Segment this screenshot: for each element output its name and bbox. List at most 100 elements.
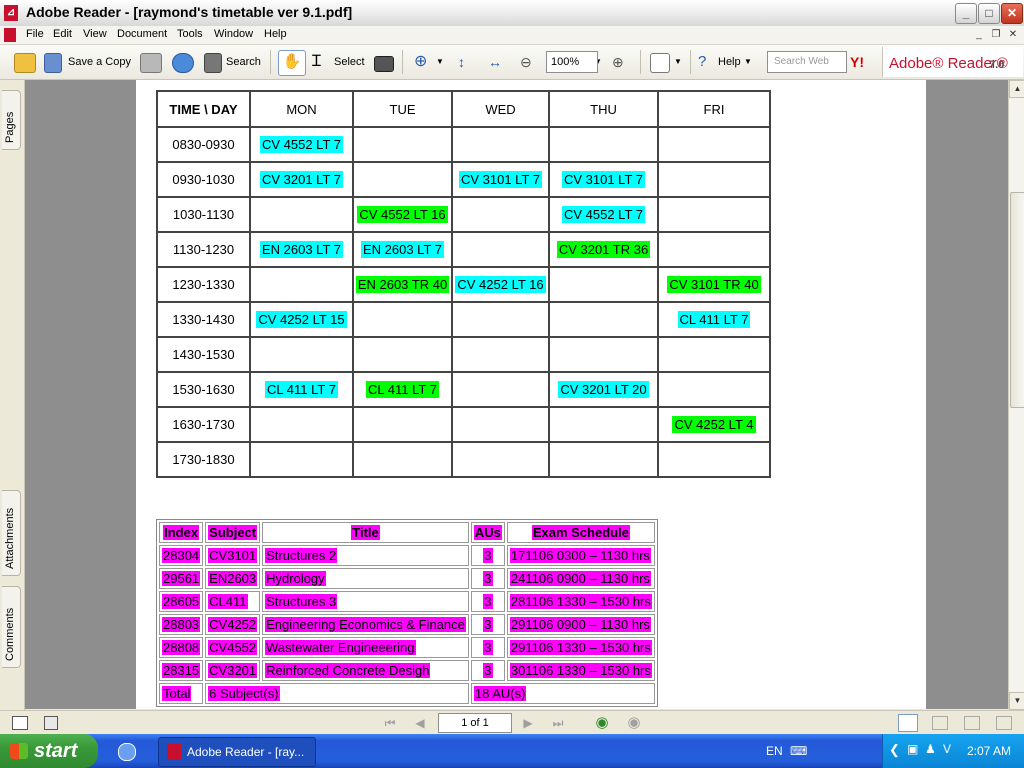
continuous-view-icon[interactable] <box>932 716 948 730</box>
search-web-field[interactable]: Search Web <box>767 51 847 73</box>
zoom-in-tool-icon[interactable]: ⊕ <box>414 51 427 73</box>
menu-edit[interactable]: Edit <box>53 28 72 40</box>
timetable-row: 0830-0930 CV 4552 LT 7 <box>156 126 771 163</box>
menu-help[interactable]: Help <box>264 28 287 40</box>
previous-page-icon[interactable]: ◀ <box>412 715 428 731</box>
text-cursor-icon[interactable]: Ɪ <box>312 51 321 73</box>
attachments-tab[interactable]: Attachments <box>2 490 21 576</box>
internet-explorer-icon[interactable] <box>118 743 136 761</box>
zoom-field[interactable]: 100% <box>546 51 598 73</box>
fit-page-icon[interactable]: ↕ <box>458 51 465 73</box>
timetable-cell: CV 3101 LT 7 <box>451 161 550 198</box>
help-icon[interactable]: ? <box>698 51 706 73</box>
doc-restore-button[interactable]: ❐ <box>989 28 1003 41</box>
timetable-row: 1330-1430 CV 4252 LT 15 CL 411 LT 7 <box>156 301 771 338</box>
open-folder-icon[interactable] <box>14 53 36 73</box>
exam-column-header-label: Title <box>351 525 380 540</box>
search-button[interactable]: Search <box>226 51 261 73</box>
fit-width-icon[interactable]: ↔ <box>488 51 502 73</box>
language-indicator[interactable]: EN <box>766 744 783 758</box>
menu-document[interactable]: Document <box>117 28 167 40</box>
window-title: Adobe Reader - [raymond's timetable ver … <box>26 4 353 20</box>
print-icon[interactable] <box>140 53 162 73</box>
help-button[interactable]: Help <box>718 51 741 73</box>
pages-tab[interactable]: Pages <box>2 90 21 150</box>
doc-minimize-button[interactable]: _ <box>972 28 986 41</box>
save-copy-icon[interactable] <box>44 53 62 73</box>
menu-window[interactable]: Window <box>214 28 253 40</box>
chevron-down-icon[interactable]: ▼ <box>744 51 752 73</box>
chevron-down-icon[interactable]: ▼ <box>674 51 682 73</box>
brand-version: 7.0 <box>989 59 1005 71</box>
class-entry: EN 2603 LT 7 <box>259 241 343 258</box>
single-page-view-icon[interactable] <box>898 714 918 732</box>
tray-expand-icon[interactable]: ❮ <box>889 742 900 758</box>
menu-view[interactable]: View <box>83 28 107 40</box>
timetable-cell <box>451 301 550 338</box>
time-slot: 0830-0930 <box>156 126 251 163</box>
timetable-cell <box>451 441 550 478</box>
previous-view-icon[interactable]: ◉ <box>594 715 610 731</box>
exam-cell: 29561 <box>159 568 204 589</box>
email-icon[interactable] <box>172 53 194 73</box>
timetable-cell <box>657 336 771 373</box>
timetable-cell: CV 4552 LT 7 <box>249 126 354 163</box>
minimize-button[interactable]: _ <box>955 3 977 24</box>
yahoo-logo-icon[interactable]: Y! <box>850 51 864 73</box>
exam-total-row: Total 6 Subject(s) 18 AU(s) <box>159 683 655 704</box>
messenger-icon[interactable]: ♟ <box>925 742 936 756</box>
next-page-icon[interactable]: ▶ <box>520 715 536 731</box>
timetable-cell <box>657 371 771 408</box>
start-button[interactable]: start <box>0 734 98 768</box>
class-entry: CV 3201 LT 20 <box>558 381 649 398</box>
page-layout-icon[interactable] <box>650 53 670 73</box>
doc-close-button[interactable]: ✕ <box>1006 28 1020 41</box>
first-page-icon[interactable]: ⏮ <box>382 715 398 731</box>
hand-tool-icon[interactable]: ✋ <box>278 50 306 76</box>
timetable-cell <box>548 126 659 163</box>
vertical-scrollbar[interactable]: ▲ ▼ <box>1008 80 1024 710</box>
scroll-down-arrow-icon[interactable]: ▼ <box>1009 692 1024 710</box>
last-page-icon[interactable]: ⏭ <box>550 715 566 731</box>
taskbar-adobe-reader[interactable]: Adobe Reader - [ray... <box>158 737 316 767</box>
clock[interactable]: 2:07 AM <box>967 744 1011 758</box>
chevron-down-icon[interactable]: ▼ <box>436 51 444 73</box>
keyboard-icon[interactable]: ⌨ <box>790 744 807 758</box>
exam-cell: Reinforced Concrete Desigh <box>262 660 469 681</box>
zoom-out-icon[interactable]: ⊖ <box>520 51 532 73</box>
snapshot-camera-icon[interactable] <box>374 56 394 72</box>
zoom-in-icon[interactable]: ⊕ <box>612 51 624 73</box>
scrollbar-thumb[interactable] <box>1010 192 1024 408</box>
continuous-facing-view-icon[interactable] <box>996 716 1012 730</box>
menu-tools[interactable]: Tools <box>177 28 203 40</box>
menu-file[interactable]: File <box>26 28 44 40</box>
exam-row: 28315 CV3201 Reinforced Concrete Desigh 3 30… <box>159 660 655 681</box>
exam-cell: 241106 0900 – 1130 hrs <box>506 568 655 589</box>
scroll-up-arrow-icon[interactable]: ▲ <box>1009 80 1024 98</box>
exam-total-value: 6 Subject(s) <box>208 686 280 701</box>
class-entry: CV 4252 LT 16 <box>455 276 546 293</box>
page-number-field[interactable]: 1 of 1 <box>438 713 512 733</box>
network-icon[interactable]: ▣ <box>907 742 918 756</box>
close-button[interactable]: ✕ <box>1001 3 1023 24</box>
comments-tab[interactable]: Comments <box>2 586 21 668</box>
select-button[interactable]: Select <box>334 51 365 73</box>
binoculars-icon[interactable] <box>204 53 222 73</box>
timetable-cell <box>451 196 550 233</box>
exam-cell-value: Structures 3 <box>265 594 338 609</box>
class-entry: CL 411 LT 7 <box>265 381 338 398</box>
timetable-cell <box>657 441 771 478</box>
save-copy-button[interactable]: Save a Copy <box>68 51 131 73</box>
volume-icon[interactable]: V <box>943 742 951 756</box>
panel-toggle-icon[interactable] <box>12 716 28 730</box>
exam-cell: 28315 <box>159 660 204 681</box>
exam-row: 28803 CV4252 Engineering Economics & Finan… <box>159 614 655 635</box>
options-icon[interactable] <box>44 716 58 730</box>
exam-total-cell: Total <box>159 683 204 704</box>
facing-view-icon[interactable] <box>964 716 980 730</box>
exam-row: 28605 CL411 Structures 3 3 281106 1330 – 153… <box>159 591 655 612</box>
maximize-button[interactable]: □ <box>978 3 1000 24</box>
timetable-cell: CV 3201 LT 7 <box>249 161 354 198</box>
exam-cell-value: CV3101 <box>208 548 258 563</box>
next-view-icon[interactable]: ◉ <box>626 715 642 731</box>
